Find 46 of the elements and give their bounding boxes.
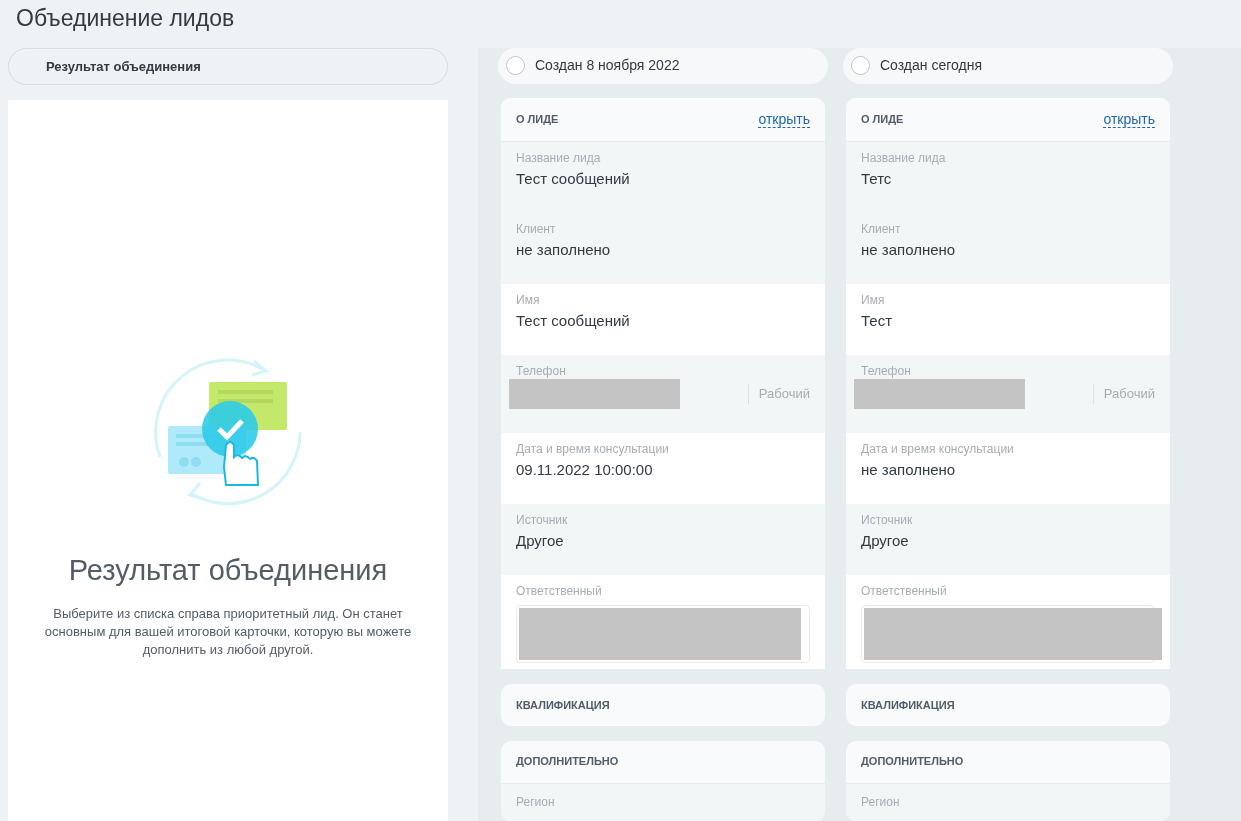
lead-option[interactable]: Создан сегодня bbox=[843, 48, 1173, 84]
field-label: Имя bbox=[516, 292, 541, 308]
section-title[interactable]: КВАЛИФИКАЦИЯ bbox=[861, 697, 955, 714]
field-label: Клиент bbox=[861, 221, 902, 237]
field-label: Название лида bbox=[861, 150, 947, 166]
result-tab[interactable]: Результат объединения bbox=[8, 48, 448, 85]
radio-button[interactable] bbox=[506, 56, 525, 76]
field-value: Тест сообщений bbox=[516, 311, 631, 330]
field-value: не заполнено bbox=[861, 240, 957, 259]
section-title[interactable]: ДОПОЛНИТЕЛЬНО bbox=[861, 753, 964, 770]
field-label: Ответственный bbox=[861, 583, 948, 599]
field-value: 09.11.2022 10:00:00 bbox=[516, 460, 654, 479]
phone-type: Рабочий bbox=[1092, 384, 1155, 404]
field-label: Название лида bbox=[516, 150, 602, 166]
field-label: Регион bbox=[861, 793, 901, 811]
open-link[interactable]: открыть bbox=[758, 110, 810, 128]
field-value: Тест сообщений bbox=[516, 169, 631, 188]
field-label: Ответственный bbox=[516, 583, 603, 599]
lead-option[interactable]: Создан 8 ноября 2022 bbox=[498, 48, 828, 84]
section-title: О ЛИДЕ bbox=[516, 112, 559, 128]
option-label: Создан 8 ноября 2022 bbox=[535, 56, 680, 76]
section-title[interactable]: КВАЛИФИКАЦИЯ bbox=[516, 697, 610, 714]
field-label: Имя bbox=[861, 292, 886, 308]
field-label: Дата и время консультации bbox=[861, 441, 1015, 457]
radio-button[interactable] bbox=[851, 56, 870, 76]
section-title[interactable]: ДОПОЛНИТЕЛЬНО bbox=[516, 753, 619, 770]
field-value: Другое bbox=[861, 531, 910, 550]
open-link[interactable]: открыть bbox=[1103, 110, 1155, 128]
field-value: Тест bbox=[861, 311, 894, 330]
result-heading: Результат объединения bbox=[68, 553, 388, 588]
field-label: Телефон bbox=[861, 363, 912, 379]
field-label: Регион bbox=[516, 793, 556, 811]
field-value: Другое bbox=[516, 531, 565, 550]
field-label: Источник bbox=[861, 512, 914, 528]
field-label: Клиент bbox=[516, 221, 557, 237]
option-label: Создан сегодня bbox=[880, 56, 982, 76]
field-label: Дата и время консультации bbox=[516, 441, 670, 457]
phone-type: Рабочий bbox=[747, 384, 810, 404]
field-value: не заполнено bbox=[516, 240, 612, 259]
result-description: Выберите из списка справа приоритетный лид. Он станет основным для вашей итоговой карточки, которую вы можете дополнить из любой другой. bbox=[43, 604, 413, 659]
field-label: Телефон bbox=[516, 363, 567, 379]
page-title: Объединение лидов bbox=[16, 4, 235, 32]
field-value: Тетс bbox=[861, 169, 893, 188]
field-label: Источник bbox=[516, 512, 569, 528]
field-value: не заполнено bbox=[861, 460, 957, 479]
section-title: О ЛИДЕ bbox=[861, 112, 904, 128]
